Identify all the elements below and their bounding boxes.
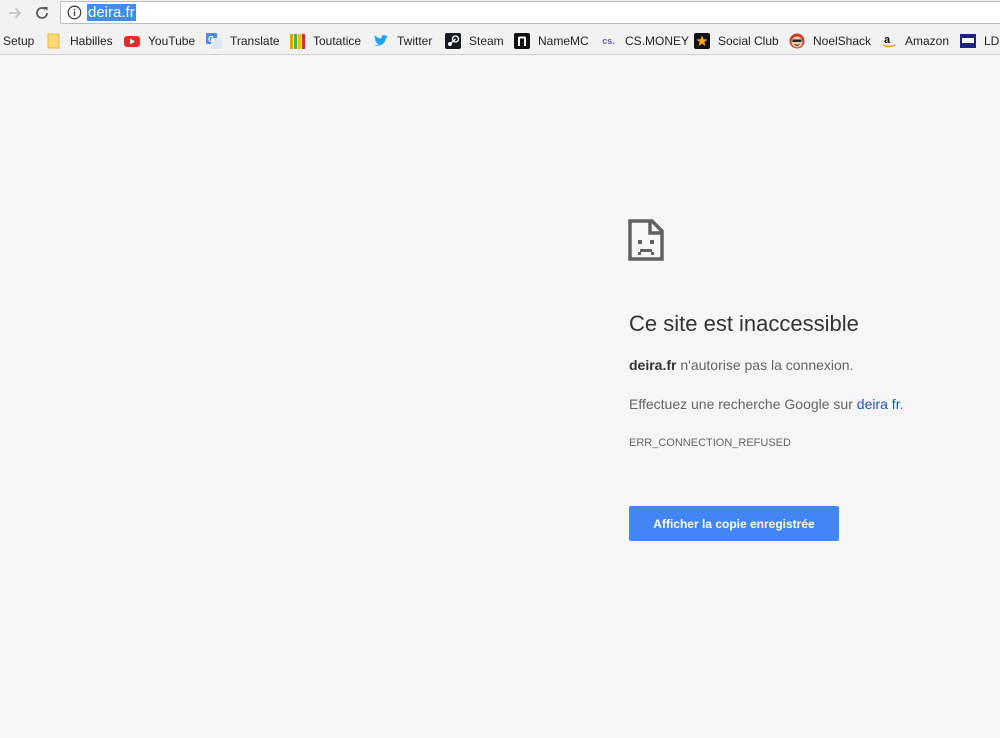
twitter-bird-icon (373, 33, 389, 49)
bookmark-twitter[interactable]: Twitter (373, 26, 433, 54)
bookmark-amazon[interactable]: a Amazon (881, 26, 950, 54)
svg-text:G: G (208, 35, 214, 44)
bookmark-label: Toutatice (313, 33, 362, 48)
bookmark-label: Translate (230, 33, 280, 48)
forward-button[interactable] (4, 3, 26, 23)
google-search-link[interactable]: deira fr (857, 396, 900, 412)
bookmark-label: Twitter (397, 33, 433, 48)
browser-toolbar: deira.fr (0, 0, 1000, 26)
error-title: Ce site est inaccessible (629, 311, 859, 336)
namemc-icon (514, 32, 530, 49)
bookmarks-bar: Setup Habilles YouTube G Translate Touta… (0, 26, 1000, 55)
bookmark-habilles[interactable]: Habilles (46, 26, 113, 54)
bookmark-ld[interactable]: LD (960, 26, 1000, 54)
bookmark-label: Habilles (70, 33, 113, 48)
show-cached-copy-button[interactable]: Afficher la copie enregistrée (629, 506, 839, 541)
google-translate-icon: G (206, 32, 222, 49)
bookmark-toutatice[interactable]: Toutatice (289, 26, 362, 54)
reload-button[interactable] (31, 3, 53, 23)
bookmark-label: Amazon (905, 33, 950, 48)
search-prefix: Effectuez une recherche Google sur (629, 396, 853, 412)
bookmark-csmoney[interactable]: cs. CS.MONEY (600, 26, 690, 54)
bookmark-label: Social Club (718, 33, 779, 48)
steam-icon (445, 32, 461, 49)
noelshack-icon (789, 33, 805, 49)
folder-icon (46, 33, 62, 49)
bookmark-label: Steam (469, 33, 504, 48)
arrow-right-icon (9, 7, 22, 19)
bookmark-steam[interactable]: Steam (445, 26, 504, 54)
bookmark-label: Setup (3, 33, 35, 48)
bookmark-label: YouTube (148, 33, 196, 48)
ld-icon (960, 33, 976, 49)
error-host: deira.fr (629, 357, 677, 373)
error-host-message: n'autorise pas la connexion. (680, 357, 854, 373)
svg-text:a: a (884, 34, 891, 46)
search-suggestion: Effectuez une recherche Google sur deira… (629, 396, 903, 412)
bookmark-label: NoelShack (813, 33, 872, 48)
url-text[interactable]: deira.fr (87, 4, 136, 21)
address-bar[interactable]: deira.fr (60, 1, 1000, 24)
youtube-icon (124, 33, 140, 49)
bookmark-social-club[interactable]: Social Club (694, 26, 779, 54)
bookmark-label: CS.MONEY (625, 33, 690, 48)
bookmark-youtube[interactable]: YouTube (124, 26, 196, 54)
amazon-icon: a (881, 33, 897, 49)
bookmark-label: NameMC (538, 33, 589, 48)
info-icon[interactable] (67, 5, 82, 20)
bookmark-translate[interactable]: G Translate (206, 26, 280, 54)
reload-icon (36, 7, 48, 19)
bookmark-namemc[interactable]: NameMC (514, 26, 589, 54)
toutatice-icon (289, 33, 305, 49)
social-club-icon (694, 32, 710, 49)
error-message: deira.fr n'autorise pas la connexion. (629, 357, 853, 373)
bookmark-label: LD (984, 33, 1000, 48)
error-code: ERR_CONNECTION_REFUSED (629, 437, 791, 449)
sad-page-icon (628, 219, 664, 261)
bookmark-noelshack[interactable]: NoelShack (789, 26, 872, 54)
bookmark-setup[interactable]: Setup (3, 26, 35, 54)
csmoney-icon: cs. (602, 35, 615, 46)
search-suffix: . (899, 396, 904, 412)
